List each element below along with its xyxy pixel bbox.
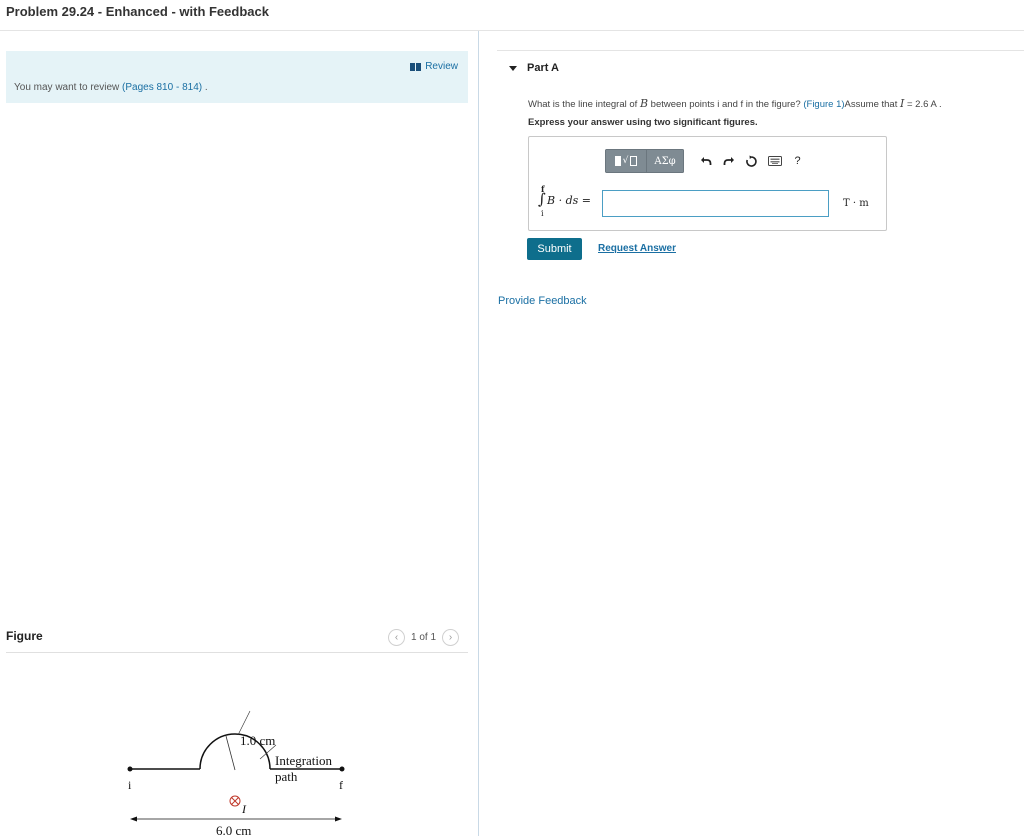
- toolbar-actions: ?: [694, 150, 809, 172]
- review-link[interactable]: Review: [410, 61, 458, 72]
- point-f-label: f: [339, 778, 343, 792]
- width-label: 6.0 cm: [216, 823, 251, 836]
- chevron-right-icon[interactable]: ›: [442, 629, 460, 646]
- q-vector-b: B: [639, 97, 649, 110]
- review-banner: Review You may want to review (Pages 810…: [6, 51, 468, 103]
- answer-input[interactable]: [602, 190, 829, 217]
- page-title: Problem 29.24 - Enhanced - with Feedback: [6, 4, 269, 19]
- pager-count: 1 of 1: [411, 632, 437, 643]
- figure-divider: [6, 652, 468, 653]
- undo-icon[interactable]: [694, 150, 717, 172]
- point-i-dot: [127, 766, 133, 772]
- q-seg-4: in the figure?: [743, 99, 804, 110]
- review-link-label: Review: [425, 61, 458, 72]
- caret-down-icon: [509, 65, 517, 71]
- book-icon: [410, 62, 422, 71]
- figure-diagram: 1.0 cm Integration path i f I 6.0 cm: [127, 710, 345, 836]
- toolbar-button-group: √ ΑΣφ: [605, 149, 684, 173]
- unit-label: T · m: [843, 198, 869, 209]
- left-panel: Review You may want to review (Pages 810…: [0, 31, 478, 836]
- q-seg-5: Assume that: [844, 99, 900, 110]
- part-a-title: Part A: [527, 62, 559, 74]
- q-seg-2: between points: [648, 99, 718, 110]
- figure-heading: Figure: [6, 629, 43, 643]
- point-f-dot: [339, 766, 345, 772]
- figure-link[interactable]: (Figure 1): [803, 99, 844, 110]
- templates-icon[interactable]: √: [605, 149, 647, 173]
- help-icon[interactable]: ?: [786, 150, 809, 172]
- point-i-label: i: [128, 778, 132, 792]
- figure-pager: ‹ 1 of 1 ›: [388, 629, 460, 646]
- review-text-suffix: .: [202, 82, 208, 93]
- integral-lower: i: [541, 209, 544, 218]
- chevron-left-icon[interactable]: ‹: [388, 629, 405, 646]
- radius-label: 1.0 cm: [240, 733, 275, 748]
- math-toolbar: √ ΑΣφ ?: [605, 149, 809, 173]
- path-label-line1: Integration: [275, 753, 333, 768]
- integral-expression: B · ds =: [547, 194, 591, 207]
- part-divider: [497, 50, 1024, 51]
- q-seg-1: What is the line integral of: [528, 99, 640, 110]
- keyboard-icon[interactable]: [763, 150, 786, 172]
- integral-icon: ∫: [538, 190, 546, 208]
- greek-symbols-button[interactable]: ΑΣφ: [647, 149, 684, 173]
- review-text: You may want to review (Pages 810 - 814)…: [14, 82, 208, 93]
- pages-link[interactable]: (Pages 810 - 814): [122, 82, 202, 93]
- reset-icon[interactable]: [740, 150, 763, 172]
- submit-button[interactable]: Submit: [527, 238, 582, 260]
- path-label-line2: path: [275, 769, 298, 784]
- radius-line: [225, 735, 236, 771]
- q-seg-7: .: [936, 99, 942, 110]
- part-a-header[interactable]: Part A: [509, 62, 559, 74]
- request-answer-link[interactable]: Request Answer: [598, 243, 676, 254]
- q-seg-3: and: [719, 99, 741, 110]
- provide-feedback-link[interactable]: Provide Feedback: [498, 295, 587, 307]
- q-seg-6: = 2.6: [904, 99, 931, 110]
- current-into-page-icon: [229, 795, 241, 807]
- right-panel: Part A What is the line integral of B be…: [479, 31, 1024, 836]
- question-text: What is the line integral of B between p…: [528, 97, 942, 110]
- redo-icon[interactable]: [717, 150, 740, 172]
- answer-box: √ ΑΣφ ? f ∫ i B · ds = T · m: [528, 136, 887, 231]
- current-label: I: [241, 802, 247, 816]
- review-text-prefix: You may want to review: [14, 82, 123, 93]
- instruction-text: Express your answer using two significan…: [528, 117, 758, 128]
